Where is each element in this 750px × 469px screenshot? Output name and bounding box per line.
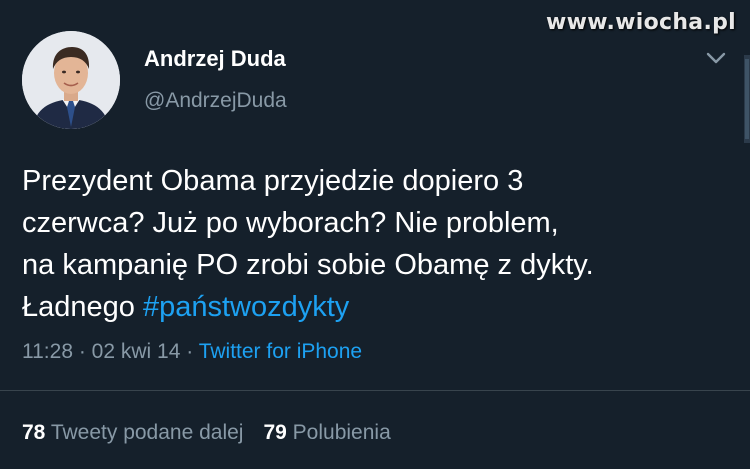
tweet-line: Prezydent Obama przyjedzie dopiero 3	[22, 165, 524, 197]
meta-separator: ·	[180, 340, 199, 363]
watermark: www.wiocha.pl	[546, 10, 736, 35]
tweet-text: Prezydent Obama przyjedzie dopiero 3 cze…	[22, 160, 722, 328]
scrollbar-thumb[interactable]	[745, 59, 749, 139]
divider	[0, 390, 750, 391]
tweet-line: Ładnego #państwozdykty	[22, 286, 722, 328]
tweet-line: czerwca? Już po wyborach? Nie problem,	[22, 207, 559, 239]
tweet-line-prefix: Ładnego	[22, 291, 143, 323]
tweet-stats: 78 Tweety podane dalej 79 Polubienia	[22, 421, 391, 445]
likes-stat[interactable]: 79 Polubienia	[263, 421, 390, 444]
likes-label: Polubienia	[292, 421, 391, 444]
likes-count: 79	[263, 421, 287, 444]
user-handle[interactable]: @AndrzejDuda	[144, 89, 287, 113]
tweet-date: 02 kwi 14	[91, 340, 181, 363]
user-name[interactable]: Andrzej Duda	[144, 46, 286, 72]
meta-separator: ·	[73, 340, 92, 363]
retweets-stat[interactable]: 78 Tweety podane dalej	[22, 421, 243, 444]
tweet-time: 11:28	[22, 340, 73, 363]
retweets-count: 78	[22, 421, 46, 444]
tweet-source-link[interactable]: Twitter for iPhone	[199, 340, 362, 363]
scrollbar[interactable]	[744, 55, 750, 143]
avatar-portrait	[22, 31, 120, 129]
tweet-meta: 11:28 · 02 kwi 14 · Twitter for iPhone	[22, 340, 362, 364]
hashtag-link[interactable]: #państwozdykty	[143, 291, 349, 323]
chevron-down-icon[interactable]	[704, 50, 728, 66]
avatar[interactable]	[22, 31, 120, 129]
retweets-label: Tweety podane dalej	[50, 421, 244, 444]
tweet-line: na kampanię PO zrobi sobie Obamę z dykty…	[22, 249, 594, 281]
